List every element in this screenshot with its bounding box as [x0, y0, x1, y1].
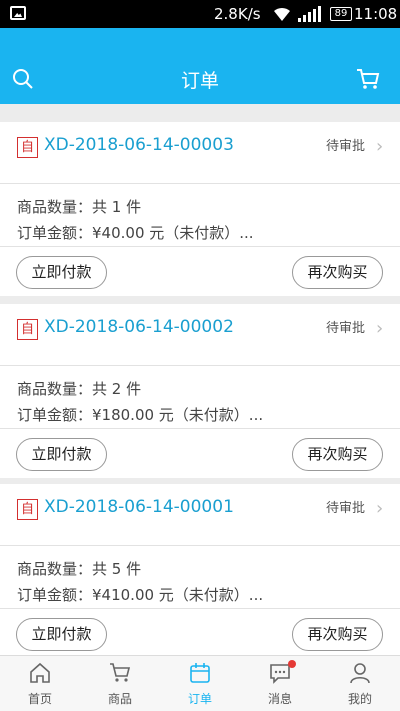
cart-icon	[109, 662, 131, 684]
buy-again-button[interactable]: 再次购买	[292, 256, 383, 289]
order-card[interactable]: 自 XD-2018-06-14-00002 待审批 › 商品数量：共 2 件 订…	[0, 304, 400, 478]
order-amount: 订单金额：¥180.00 元（未付款）...	[17, 406, 264, 424]
order-number: XD-2018-06-14-00002	[44, 317, 234, 337]
buy-again-button[interactable]: 再次购买	[292, 438, 383, 471]
chevron-right-icon: ›	[376, 136, 384, 157]
self-tag: 自	[17, 319, 38, 340]
order-header[interactable]: 自 XD-2018-06-14-00003 待审批 ›	[0, 122, 400, 184]
chevron-right-icon: ›	[376, 498, 384, 519]
order-number: XD-2018-06-14-00003	[44, 135, 234, 155]
self-tag: 自	[17, 137, 38, 158]
pay-now-button[interactable]: 立即付款	[16, 438, 107, 471]
wifi-icon	[272, 6, 292, 26]
bottom-tab-bar: 首页 商品 订单 消息 我的	[0, 655, 400, 711]
order-card[interactable]: 自 XD-2018-06-14-00001 待审批 › 商品数量：共 5 件 订…	[0, 484, 400, 658]
gallery-icon	[10, 6, 26, 20]
chevron-right-icon: ›	[376, 318, 384, 339]
tab-label: 我的	[347, 692, 372, 706]
tab-products[interactable]: 商品	[80, 656, 160, 711]
order-amount: 订单金额：¥40.00 元（未付款）...	[17, 224, 254, 242]
buy-again-button[interactable]: 再次购买	[292, 618, 383, 651]
tab-mine[interactable]: 我的	[320, 656, 400, 711]
tab-label: 商品	[107, 692, 132, 706]
battery-icon: 89	[330, 7, 352, 21]
tab-label: 首页	[27, 692, 52, 706]
home-icon	[29, 662, 51, 684]
signal-icon	[298, 6, 324, 22]
network-speed: 2.8K/s	[214, 5, 261, 23]
tab-label: 消息	[267, 692, 292, 706]
order-actions: 立即付款 再次购买	[0, 608, 400, 658]
order-header[interactable]: 自 XD-2018-06-14-00001 待审批 ›	[0, 484, 400, 546]
tab-home[interactable]: 首页	[0, 656, 80, 711]
order-number: XD-2018-06-14-00001	[44, 497, 234, 517]
pay-now-button[interactable]: 立即付款	[16, 256, 107, 289]
navbar: 订单	[0, 28, 400, 104]
order-status: 待审批	[326, 139, 366, 154]
user-icon	[349, 662, 371, 684]
order-quantity: 商品数量：共 2 件	[17, 380, 142, 398]
page-title: 订单	[180, 70, 219, 92]
tab-label: 订单	[187, 692, 212, 706]
notification-badge	[288, 660, 296, 668]
order-amount: 订单金额：¥410.00 元（未付款）...	[17, 586, 264, 604]
tab-messages[interactable]: 消息	[240, 656, 320, 711]
order-actions: 立即付款 再次购买	[0, 428, 400, 478]
order-status: 待审批	[326, 501, 366, 516]
pay-now-button[interactable]: 立即付款	[16, 618, 107, 651]
self-tag: 自	[17, 499, 38, 520]
status-bar: 2.8K/s 89 11:08	[0, 0, 400, 28]
order-header[interactable]: 自 XD-2018-06-14-00002 待审批 ›	[0, 304, 400, 366]
order-quantity: 商品数量：共 1 件	[17, 198, 142, 216]
order-quantity: 商品数量：共 5 件	[17, 560, 142, 578]
orders-icon	[189, 662, 211, 684]
cart-icon[interactable]	[356, 68, 380, 90]
order-status: 待审批	[326, 321, 366, 336]
order-actions: 立即付款 再次购买	[0, 246, 400, 296]
tab-orders[interactable]: 订单	[160, 656, 240, 711]
clock: 11:08	[354, 5, 398, 23]
order-card[interactable]: 自 XD-2018-06-14-00003 待审批 › 商品数量：共 1 件 订…	[0, 122, 400, 296]
